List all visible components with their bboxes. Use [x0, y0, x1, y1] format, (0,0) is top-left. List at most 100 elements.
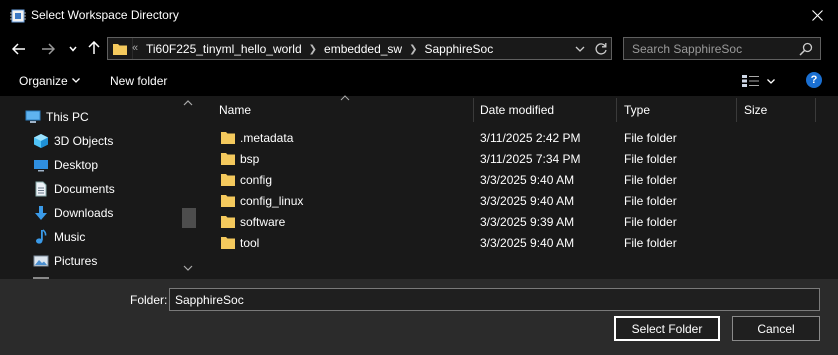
organize-button[interactable]: Organize	[19, 74, 68, 88]
file-name: .metadata	[240, 131, 294, 145]
scroll-up-icon[interactable]	[183, 100, 193, 106]
sidebar-item-label: This PC	[46, 110, 89, 124]
file-type: File folder	[624, 215, 677, 229]
title-bar: Select Workspace Directory	[0, 0, 838, 31]
file-type: File folder	[624, 194, 677, 208]
file-type: File folder	[624, 152, 677, 166]
breadcrumb: Ti60F225_tinyml_hello_world ❯ embedded_s…	[146, 42, 493, 56]
breadcrumb-overflow[interactable]: «	[132, 42, 138, 54]
close-icon	[811, 10, 823, 21]
file-name: config	[240, 173, 273, 187]
sidebar-item-label: Downloads	[54, 206, 114, 220]
up-button[interactable]	[87, 39, 101, 57]
sidebar-item-3d-objects[interactable]: 3D Objects	[0, 130, 180, 152]
chevron-right-icon[interactable]: ❯	[309, 44, 317, 55]
sidebar-item-pictures[interactable]: Pictures	[0, 250, 180, 272]
chevron-down-icon[interactable]	[72, 78, 80, 83]
sidebar-item-label: Documents	[54, 182, 115, 196]
search-icon[interactable]	[799, 42, 813, 56]
folder-icon	[221, 195, 235, 207]
chevron-right-icon[interactable]: ❯	[409, 44, 417, 55]
breadcrumb-item[interactable]: SapphireSoc	[424, 42, 493, 56]
table-row[interactable]: config_linux 3/3/2025 9:40 AM File folde…	[213, 191, 713, 212]
recent-locations-button[interactable]	[68, 40, 78, 58]
pc-icon	[25, 110, 41, 123]
app-icon	[10, 9, 26, 23]
file-name: software	[240, 215, 286, 229]
sidebar-scrollbar[interactable]	[180, 96, 197, 279]
address-dropdown-icon[interactable]	[574, 43, 586, 55]
file-name: config_linux	[240, 194, 304, 208]
file-date: 3/3/2025 9:40 AM	[480, 173, 575, 187]
sidebar-item-downloads[interactable]: Downloads	[0, 202, 180, 224]
cube-icon	[34, 134, 48, 148]
sidebar-item-music[interactable]: Music	[0, 226, 180, 248]
back-button[interactable]	[12, 40, 26, 58]
sidebar-item-desktop[interactable]: Desktop	[0, 154, 180, 176]
arrow-right-icon	[42, 43, 55, 55]
cancel-button[interactable]: Cancel	[732, 316, 820, 341]
view-options-icon[interactable]	[742, 74, 760, 88]
arrow-up-icon	[88, 41, 100, 54]
table-row[interactable]: config 3/3/2025 9:40 AM File folder	[213, 170, 713, 191]
file-date: 3/3/2025 9:40 AM	[480, 194, 575, 208]
folder-icon	[113, 44, 127, 55]
file-type: File folder	[624, 236, 677, 250]
chevron-down-icon[interactable]	[767, 79, 775, 84]
document-icon	[35, 181, 47, 197]
table-row[interactable]: .metadata 3/11/2025 2:42 PM File folder	[213, 128, 713, 149]
column-divider[interactable]	[473, 98, 474, 122]
navigation-pane: This PC 3D Objects Desktop Documents Dow…	[0, 96, 200, 279]
search-placeholder: Search SapphireSoc	[632, 42, 743, 56]
column-divider[interactable]	[616, 98, 617, 122]
column-divider[interactable]	[736, 98, 737, 122]
folder-name-field[interactable]	[169, 288, 820, 311]
column-header-type[interactable]: Type	[624, 103, 650, 129]
download-icon	[35, 206, 47, 220]
column-header-name[interactable]: Name	[219, 103, 251, 129]
refresh-icon[interactable]	[593, 41, 609, 57]
file-name: bsp	[240, 152, 260, 166]
folder-label: Folder:	[130, 293, 168, 307]
file-date: 3/11/2025 7:34 PM	[480, 152, 581, 166]
sidebar-item-documents[interactable]: Documents	[0, 178, 180, 200]
address-bar[interactable]: « Ti60F225_tinyml_hello_world ❯ embedded…	[107, 37, 612, 60]
table-row[interactable]: bsp 3/11/2025 7:34 PM File folder	[213, 149, 713, 170]
select-folder-button[interactable]: Select Folder	[614, 316, 720, 341]
search-input[interactable]: Search SapphireSoc	[623, 37, 821, 60]
column-header-date[interactable]: Date modified	[480, 103, 554, 129]
sort-ascending-icon	[340, 95, 350, 101]
file-type: File folder	[624, 131, 677, 145]
sidebar-item-label: Music	[54, 230, 86, 244]
table-row[interactable]: software 3/3/2025 9:39 AM File folder	[213, 212, 713, 233]
music-icon	[36, 229, 47, 244]
desktop-icon	[34, 160, 48, 172]
sidebar-item-label: 3D Objects	[54, 134, 114, 148]
picture-icon	[33, 255, 49, 267]
table-row[interactable]: tool 3/3/2025 9:40 AM File folder	[213, 233, 713, 254]
sidebar-item-this-pc[interactable]: This PC	[0, 106, 180, 128]
close-button[interactable]	[796, 0, 838, 31]
scroll-down-icon[interactable]	[183, 265, 193, 271]
sidebar-item-label: Pictures	[54, 254, 98, 268]
forward-button[interactable]	[41, 40, 55, 58]
file-type: File folder	[624, 173, 677, 187]
folder-icon	[221, 153, 235, 165]
arrow-left-icon	[12, 43, 25, 55]
folder-icon	[221, 216, 235, 228]
column-header-size[interactable]: Size	[744, 103, 767, 129]
scrollbar-thumb[interactable]	[182, 208, 196, 228]
breadcrumb-item[interactable]: Ti60F225_tinyml_hello_world	[146, 42, 302, 56]
sidebar-item-label: Desktop	[54, 158, 99, 172]
file-name: tool	[240, 236, 260, 250]
folder-icon	[221, 132, 235, 144]
help-icon[interactable]: ?	[806, 72, 822, 88]
new-folder-button[interactable]: New folder	[110, 74, 167, 88]
column-divider[interactable]	[815, 98, 816, 122]
file-date: 3/3/2025 9:39 AM	[480, 215, 575, 229]
folder-icon	[221, 174, 235, 186]
breadcrumb-item[interactable]: embedded_sw	[324, 42, 402, 56]
chevron-down-icon	[69, 46, 77, 52]
file-date: 3/11/2025 2:42 PM	[480, 131, 581, 145]
window-title: Select Workspace Directory	[31, 8, 179, 22]
